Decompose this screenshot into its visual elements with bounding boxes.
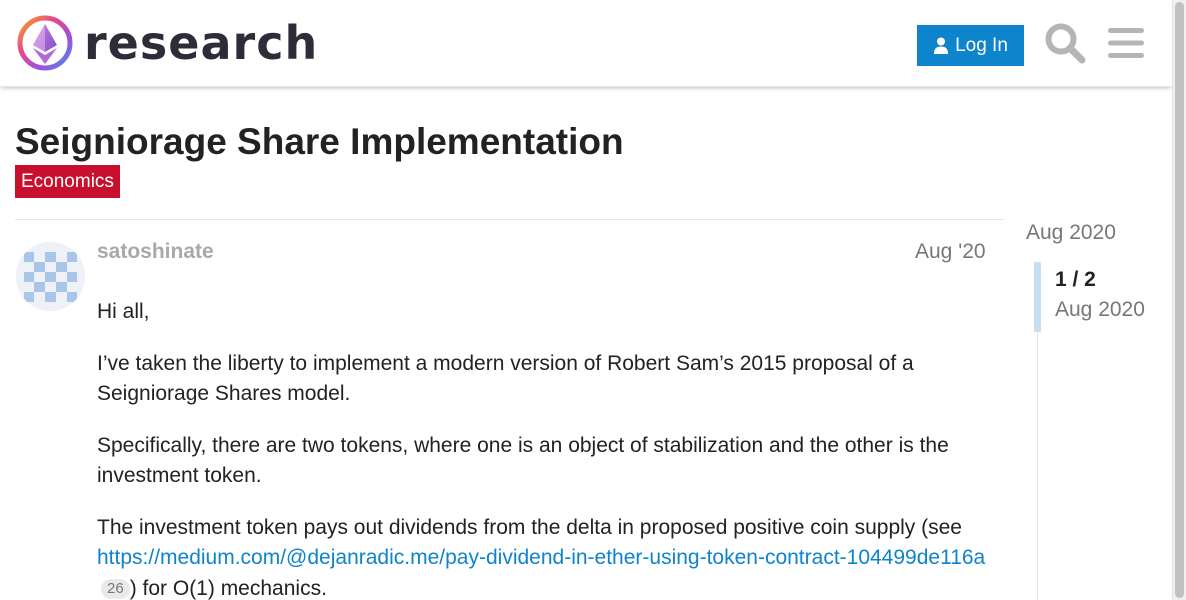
timeline-scroller-handle[interactable]	[1034, 262, 1041, 332]
post-author[interactable]: satoshinate	[97, 240, 214, 264]
user-avatar[interactable]	[16, 242, 85, 311]
title-divider	[15, 219, 1004, 220]
post-paragraph: I’ve taken the liberty to implement a mo…	[97, 351, 914, 406]
scrollbar-thumb[interactable]	[1175, 2, 1184, 598]
login-label: Log In	[955, 34, 1008, 56]
post-body: Hi all, I’ve taken the liberty to implem…	[97, 297, 992, 600]
site-logo[interactable]: research	[16, 14, 318, 72]
hamburger-menu-icon[interactable]	[1107, 25, 1145, 61]
category-badge[interactable]: Economics	[15, 165, 120, 198]
timeline-start-date[interactable]: Aug 2020	[1026, 221, 1116, 245]
page-scrollbar[interactable]	[1172, 0, 1186, 600]
site-header: research Log In	[0, 0, 1172, 87]
identicon-avatar-icon	[16, 242, 85, 311]
topic-title[interactable]: Seigniorage Share Implementation	[15, 120, 624, 164]
medium-article-link[interactable]: https://medium.com/@dejanradic.me/pay-di…	[97, 546, 985, 569]
post-paragraph: The investment token pays out dividends …	[97, 513, 992, 600]
logo-text: research	[84, 16, 319, 70]
link-click-count: 26	[101, 578, 130, 599]
paragraph-text: ) for O(1) mechanics.	[129, 576, 327, 600]
paragraph-text: The investment token pays out dividends …	[97, 515, 962, 539]
post-paragraph: Specifically, there are two tokens, wher…	[97, 433, 949, 488]
post-date[interactable]: Aug '20	[915, 240, 986, 264]
search-icon[interactable]	[1044, 22, 1086, 64]
user-icon	[934, 37, 949, 54]
login-button[interactable]: Log In	[917, 25, 1024, 66]
post-paragraph: Hi all,	[97, 300, 150, 323]
ethereum-research-logo-icon	[17, 15, 73, 71]
timeline-position: 1 / 2	[1055, 268, 1096, 291]
timeline-current-date: Aug 2020	[1055, 298, 1145, 321]
